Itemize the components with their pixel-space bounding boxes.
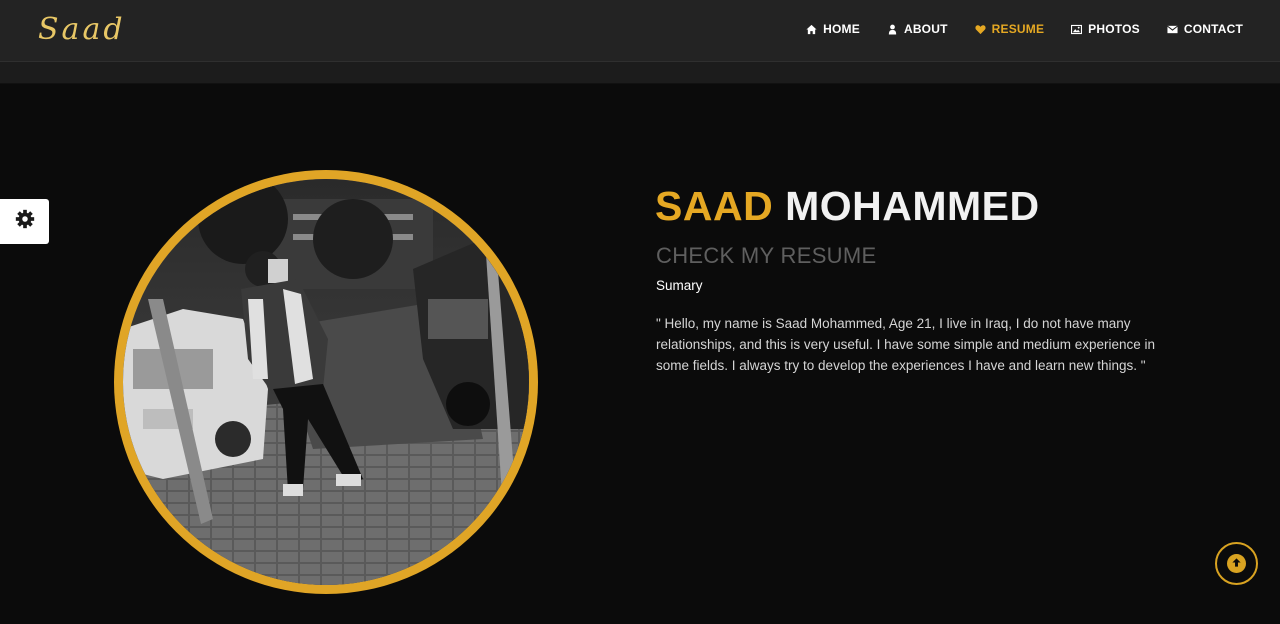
gear-icon: [14, 208, 36, 235]
envelope-icon: [1166, 24, 1178, 35]
nav-about[interactable]: ABOUT: [887, 22, 948, 36]
nav-home[interactable]: HOME: [806, 22, 860, 36]
settings-toggle-button[interactable]: [0, 199, 49, 244]
main-nav: HOME ABOUT RESUME PHOTOS CONTACT: [806, 22, 1243, 36]
summary-text: " Hello, my name is Saad Mohammed, Age 2…: [656, 316, 1155, 373]
first-name: SAAD: [655, 183, 774, 229]
nav-contact-label: CONTACT: [1183, 22, 1243, 36]
last-name: MOHAMMED: [785, 183, 1040, 229]
profile-photo-frame: [114, 170, 538, 594]
header-subbar: [0, 62, 1280, 84]
image-icon: [1071, 24, 1083, 35]
arrow-up-icon: [1231, 555, 1242, 573]
scroll-to-top-button[interactable]: [1215, 542, 1258, 585]
nav-photos[interactable]: PHOTOS: [1071, 22, 1140, 36]
site-logo[interactable]: Saad: [38, 12, 126, 47]
nav-resume[interactable]: RESUME: [975, 22, 1045, 36]
nav-contact[interactable]: CONTACT: [1166, 22, 1243, 36]
scroll-to-top-circle: [1227, 554, 1246, 573]
nav-about-label: ABOUT: [903, 22, 948, 36]
nav-resume-label: RESUME: [991, 22, 1045, 36]
profile-subtitle: CHECK MY RESUME: [656, 243, 877, 268]
summary-heading: Sumary: [656, 278, 703, 293]
profile-name: SAAD MOHAMMED: [655, 183, 1040, 230]
site-header: Saad HOME ABOUT RESUME PHOTOS CONTACT: [0, 0, 1280, 62]
user-icon: [887, 24, 898, 35]
heart-icon: [975, 24, 986, 35]
home-icon: [806, 24, 817, 35]
nav-photos-label: PHOTOS: [1088, 22, 1140, 36]
profile-photo: [123, 179, 529, 585]
nav-home-label: HOME: [823, 22, 860, 36]
